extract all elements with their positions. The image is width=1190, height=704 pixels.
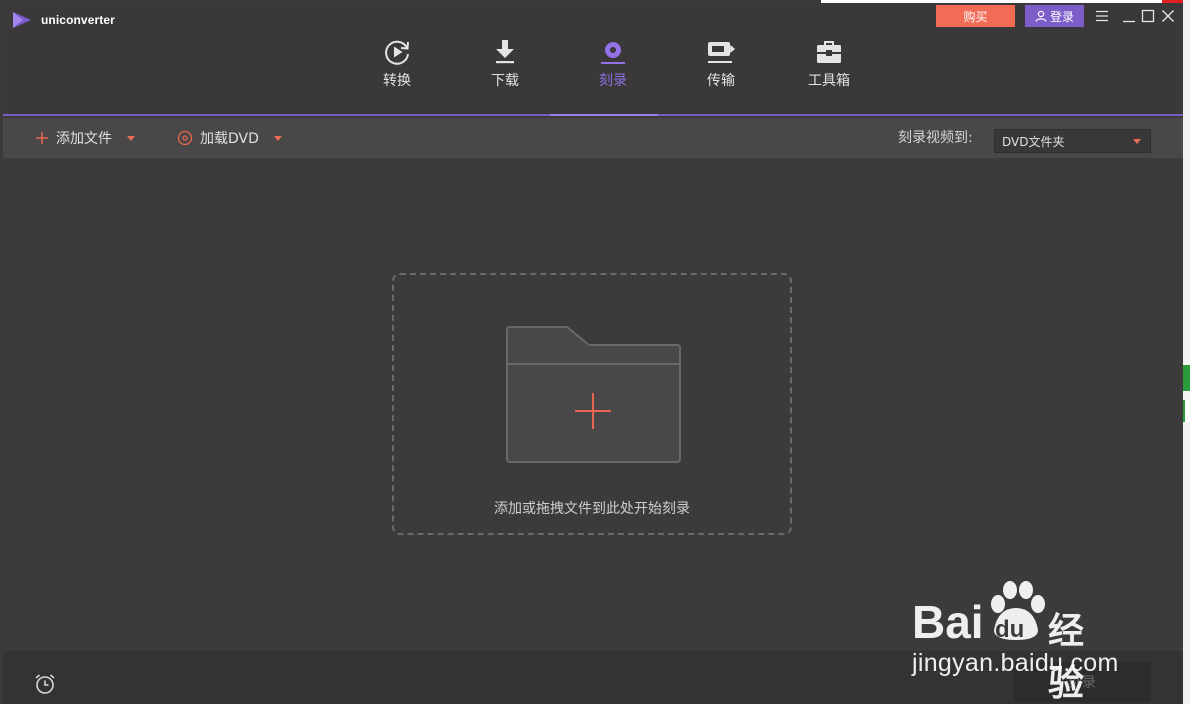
add-folder-icon — [506, 326, 681, 463]
buy-button[interactable]: 购买 — [936, 5, 1015, 27]
transfer-icon — [708, 42, 736, 63]
burn-to-label: 刻录视频到: — [898, 130, 973, 146]
download-icon — [496, 40, 514, 64]
active-tab-indicator — [550, 114, 658, 116]
app-title: uniconverter — [41, 13, 115, 27]
file-drop-zone[interactable]: 添加或拖拽文件到此处开始刻录 — [392, 273, 792, 535]
user-icon — [1035, 10, 1047, 22]
alarm-clock-icon[interactable] — [33, 672, 57, 696]
header: uniconverter 购买 登录 转换 下载 刻录 传输 工具箱 — [3, 3, 1183, 116]
burn-target-value: DVD文件夹 — [1002, 134, 1065, 149]
login-button[interactable]: 登录 — [1025, 5, 1084, 27]
load-dvd-dropdown-caret-icon[interactable] — [273, 135, 282, 141]
minimize-button[interactable] — [1120, 7, 1138, 25]
burn-button[interactable]: 刻录 — [1013, 662, 1151, 702]
add-file-label: 添加文件 — [56, 131, 112, 147]
tab-label: 传输 — [707, 73, 735, 89]
tab-convert[interactable]: 转换 — [343, 35, 451, 116]
close-button[interactable] — [1159, 7, 1177, 25]
uniconverter-logo-icon — [13, 12, 31, 28]
add-file-button[interactable]: 添加文件 — [35, 118, 135, 158]
burn-target-select[interactable]: DVD文件夹 — [994, 129, 1151, 153]
main-content: 添加或拖拽文件到此处开始刻录 — [3, 158, 1183, 651]
drop-zone-hint: 添加或拖拽文件到此处开始刻录 — [494, 501, 690, 517]
chevron-down-icon — [1133, 139, 1141, 144]
tab-download[interactable]: 下载 — [451, 35, 559, 116]
footer: 刻录 — [3, 651, 1183, 704]
burn-icon — [601, 42, 625, 64]
menu-button[interactable] — [1093, 7, 1111, 25]
plus-icon — [36, 132, 48, 144]
tab-toolbox[interactable]: 工具箱 — [775, 35, 883, 116]
maximize-button[interactable] — [1139, 7, 1157, 25]
maximize-icon — [1141, 9, 1155, 23]
tab-label: 转换 — [383, 73, 411, 89]
app-logo: uniconverter — [11, 11, 115, 29]
tab-label: 刻录 — [599, 73, 627, 89]
app-window: uniconverter 购买 登录 转换 下载 刻录 传输 工具箱 添加文件 … — [3, 3, 1183, 704]
toolbox-icon — [817, 41, 841, 63]
load-dvd-button[interactable]: 加载DVD — [177, 118, 282, 158]
hamburger-menu-icon — [1096, 10, 1108, 22]
convert-icon — [385, 40, 409, 65]
load-dvd-label: 加载DVD — [200, 131, 259, 147]
toolbar: 添加文件 加载DVD 刻录视频到: DVD文件夹 — [3, 118, 1183, 158]
tab-label: 下载 — [491, 73, 519, 89]
add-file-dropdown-caret-icon[interactable] — [127, 135, 135, 141]
main-tabs: 转换 下载 刻录 传输 工具箱 — [343, 35, 883, 116]
close-icon — [1162, 10, 1174, 22]
tab-transfer[interactable]: 传输 — [667, 35, 775, 116]
login-label: 登录 — [1049, 9, 1074, 24]
minimize-icon — [1123, 20, 1135, 23]
background-window-edge — [1183, 0, 1190, 704]
tab-label: 工具箱 — [808, 73, 850, 89]
tab-burn[interactable]: 刻录 — [559, 35, 667, 116]
disc-icon — [177, 130, 193, 146]
